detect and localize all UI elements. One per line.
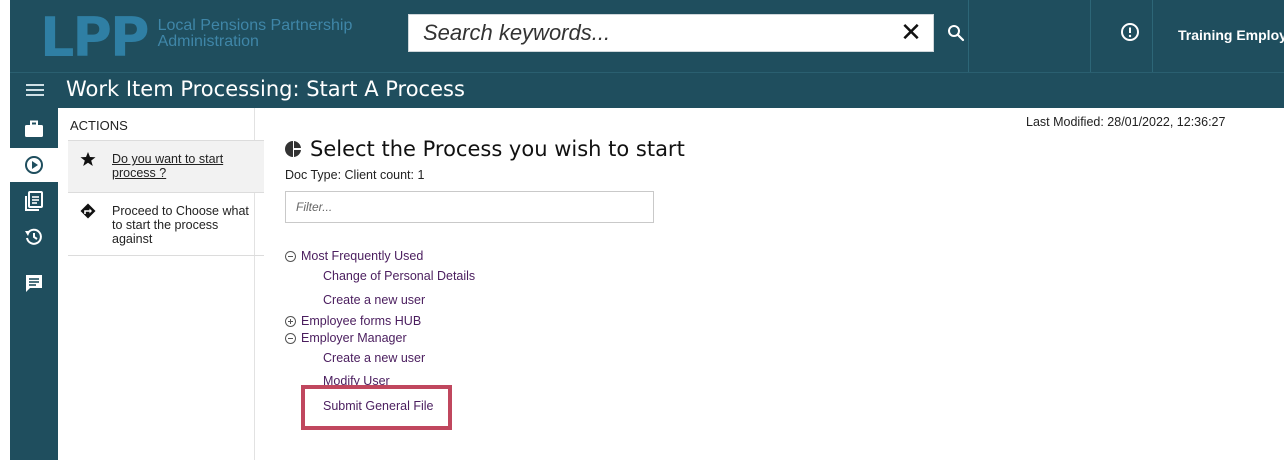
tree-group-label: Employer Manager [301,331,407,345]
actions-heading: ACTIONS [70,118,128,133]
header-divider [1090,0,1091,72]
lpp-logo[interactable]: LPP Local Pensions Partnership Administr… [40,10,352,66]
expand-icon[interactable] [285,315,296,327]
search-box: ✕ [408,14,934,52]
alert-circle-icon [1121,23,1139,41]
action-label: Do you want to start process ? [112,152,224,180]
tree-item-change-personal-details[interactable]: Change of Personal Details [323,269,475,283]
rail-item-messages[interactable] [10,266,58,300]
action-start-process[interactable]: Do you want to start process ? [68,140,264,192]
tree-group-most-frequently-used[interactable]: Most Frequently Used [285,249,423,263]
history-icon [25,228,42,245]
tree-group-employer-manager[interactable]: Employer Manager [285,331,407,345]
tree-item-create-new-user[interactable]: Create a new user [323,351,425,365]
top-header: LPP Local Pensions Partnership Administr… [10,0,1284,72]
tree-item-create-new-user[interactable]: Create a new user [323,293,425,307]
icon-rail [10,108,58,460]
last-modified: Last Modified: 28/01/2022, 12:36:27 [1026,115,1226,129]
page-heading: Select the Process you wish to start [284,137,685,161]
rail-item-start-process[interactable] [10,148,58,182]
heading-text: Select the Process you wish to start [310,137,685,161]
menu-icon[interactable] [24,81,46,101]
tree-group-label: Employee forms HUB [301,314,422,328]
tree-item-submit-general-file[interactable]: Submit General File [323,399,433,413]
play-circle-icon [25,156,43,174]
collapse-icon[interactable] [285,332,296,344]
action-choose-target[interactable]: Proceed to Choose what to start the proc… [68,192,264,256]
process-icon [285,141,301,157]
search-icon [948,25,965,42]
user-menu[interactable]: Training Employer [1178,27,1284,43]
notifications-button[interactable] [1100,0,1160,72]
doc-type-label: Doc Type: Client count: 1 [285,168,425,182]
message-icon [26,275,42,292]
header-divider [968,0,969,72]
collapse-icon[interactable] [285,250,296,262]
logo-lpp-text: LPP [40,6,150,69]
filter-box [285,191,654,223]
direction-sign-icon [80,203,96,219]
org-name-line1: Local Pensions Partnership [157,17,353,34]
search-button[interactable] [934,14,978,52]
tree-item-modify-user[interactable]: Modify User [323,374,390,388]
actions-panel: ACTIONS Do you want to start process ? P… [58,108,264,460]
page-title: Work Item Processing: Start A Process [66,77,465,101]
org-name: Local Pensions Partnership Administratio… [158,18,353,50]
filter-input[interactable] [286,192,653,222]
window-edge [0,0,10,460]
clear-search-icon[interactable]: ✕ [897,18,925,48]
org-name-line2: Administration [157,33,259,50]
search-input[interactable] [409,15,869,51]
briefcase-icon [25,120,43,137]
rail-item-work[interactable] [10,112,58,146]
star-icon [80,152,96,166]
tree-group-label: Most Frequently Used [301,249,424,263]
rail-item-history[interactable] [10,220,58,254]
title-bar: Work Item Processing: Start A Process [10,72,1284,108]
tree-group-employee-forms-hub[interactable]: Employee forms HUB [285,314,421,328]
action-label: Proceed to Choose what to start the proc… [112,204,249,246]
documents-icon [25,191,43,211]
rail-item-documents[interactable] [10,184,58,218]
